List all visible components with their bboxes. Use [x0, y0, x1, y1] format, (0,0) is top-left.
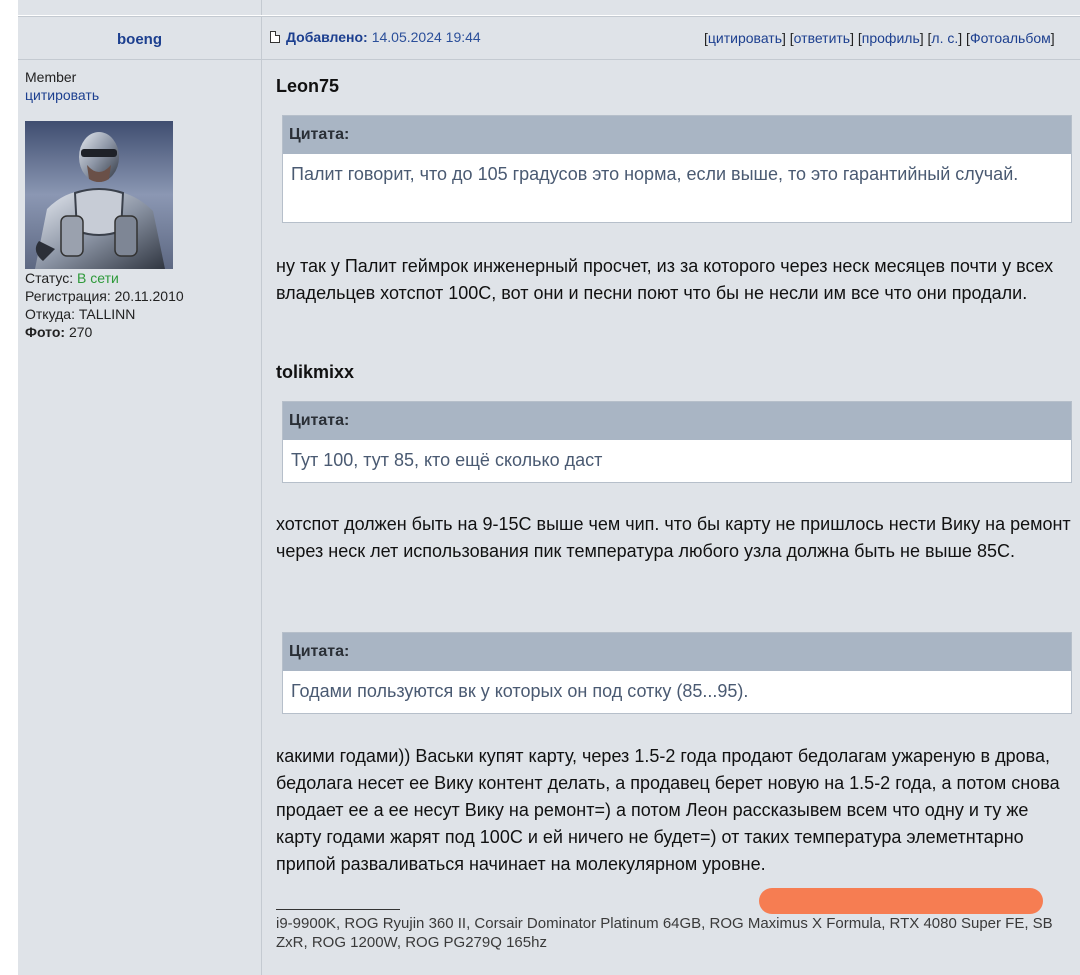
post-actions: [цитировать] [ответить] [профиль] [л. с.…: [704, 30, 1055, 46]
quote-text-2: Тут 100, тут 85, кто ещё сколько даст: [291, 450, 603, 470]
previous-post-strip: [18, 0, 1080, 15]
photoalbum-action-link[interactable]: Фотоальбом: [970, 30, 1051, 46]
reply-action-link[interactable]: ответить: [794, 30, 850, 46]
author-sidebar: Member цитировать Статус: В сети Регистр…: [25, 68, 255, 341]
post-date-value: 14.05.2024 19:44: [371, 29, 481, 45]
pm-action-link[interactable]: л. с.: [931, 30, 958, 46]
quote-block-3: Цитата: Годами пользуются вк у которых о…: [282, 632, 1072, 714]
quote-text-3: Годами пользуются вк у которых он под со…: [291, 681, 749, 701]
column-divider: [261, 16, 262, 975]
status-online-badge: В сети: [77, 270, 119, 286]
member-rank: Member: [25, 69, 77, 85]
post-text-1: ну так у Палит геймрок инженерный просче…: [276, 256, 1054, 303]
forum-post: boeng Добавлено: 14.05.2024 19:44 [цитир…: [18, 16, 1080, 975]
quote-header: Цитата:: [283, 402, 1071, 440]
orange-scribble-mark: [759, 888, 1043, 914]
quote-text-1: Палит говорит, что до 105 градусов это н…: [291, 164, 1019, 184]
photo-label: Фото:: [25, 324, 66, 340]
post-text-2: хотспот должен быть на 9-15С выше чем чи…: [276, 514, 1071, 561]
avatar[interactable]: [25, 121, 173, 269]
photo-count: 270: [68, 324, 93, 340]
photo-count-line: Фото: 270: [25, 323, 255, 341]
registration-date: Регистрация: 20.11.2010: [25, 288, 184, 304]
quote-block-1: Цитата: Палит говорит, что до 105 градус…: [282, 115, 1072, 223]
location: Откуда: TALLINN: [25, 306, 136, 322]
robot-avatar-image: [25, 121, 173, 269]
post-text-3: какими годами)) Васьки купят карту, чере…: [276, 746, 1060, 874]
signature: i9-9900K, ROG Ryujin 360 II, Corsair Dom…: [276, 915, 1053, 951]
post-header: boeng Добавлено: 14.05.2024 19:44 [цитир…: [18, 16, 1080, 60]
quote-block-2: Цитата: Тут 100, тут 85, кто ещё сколько…: [282, 401, 1072, 483]
added-label: Добавлено:: [286, 29, 368, 45]
post-icon: [270, 31, 280, 43]
quote-action-link[interactable]: цитировать: [708, 30, 782, 46]
author-name-link[interactable]: boeng: [18, 17, 261, 61]
profile-action-link[interactable]: профиль: [862, 30, 920, 46]
quote-header: Цитата:: [283, 633, 1071, 671]
quote-header: Цитата:: [283, 116, 1071, 154]
status-line: Статус: В сети: [25, 269, 255, 287]
signature-divider: [276, 909, 400, 910]
post-date: Добавлено: 14.05.2024 19:44: [270, 29, 481, 45]
status-label: Статус:: [25, 270, 74, 286]
quoted-user-leon75: Leon75: [276, 76, 340, 96]
sidebar-quote-link[interactable]: цитировать: [25, 87, 99, 103]
quoted-user-tolikmixx: tolikmixx: [276, 362, 355, 382]
